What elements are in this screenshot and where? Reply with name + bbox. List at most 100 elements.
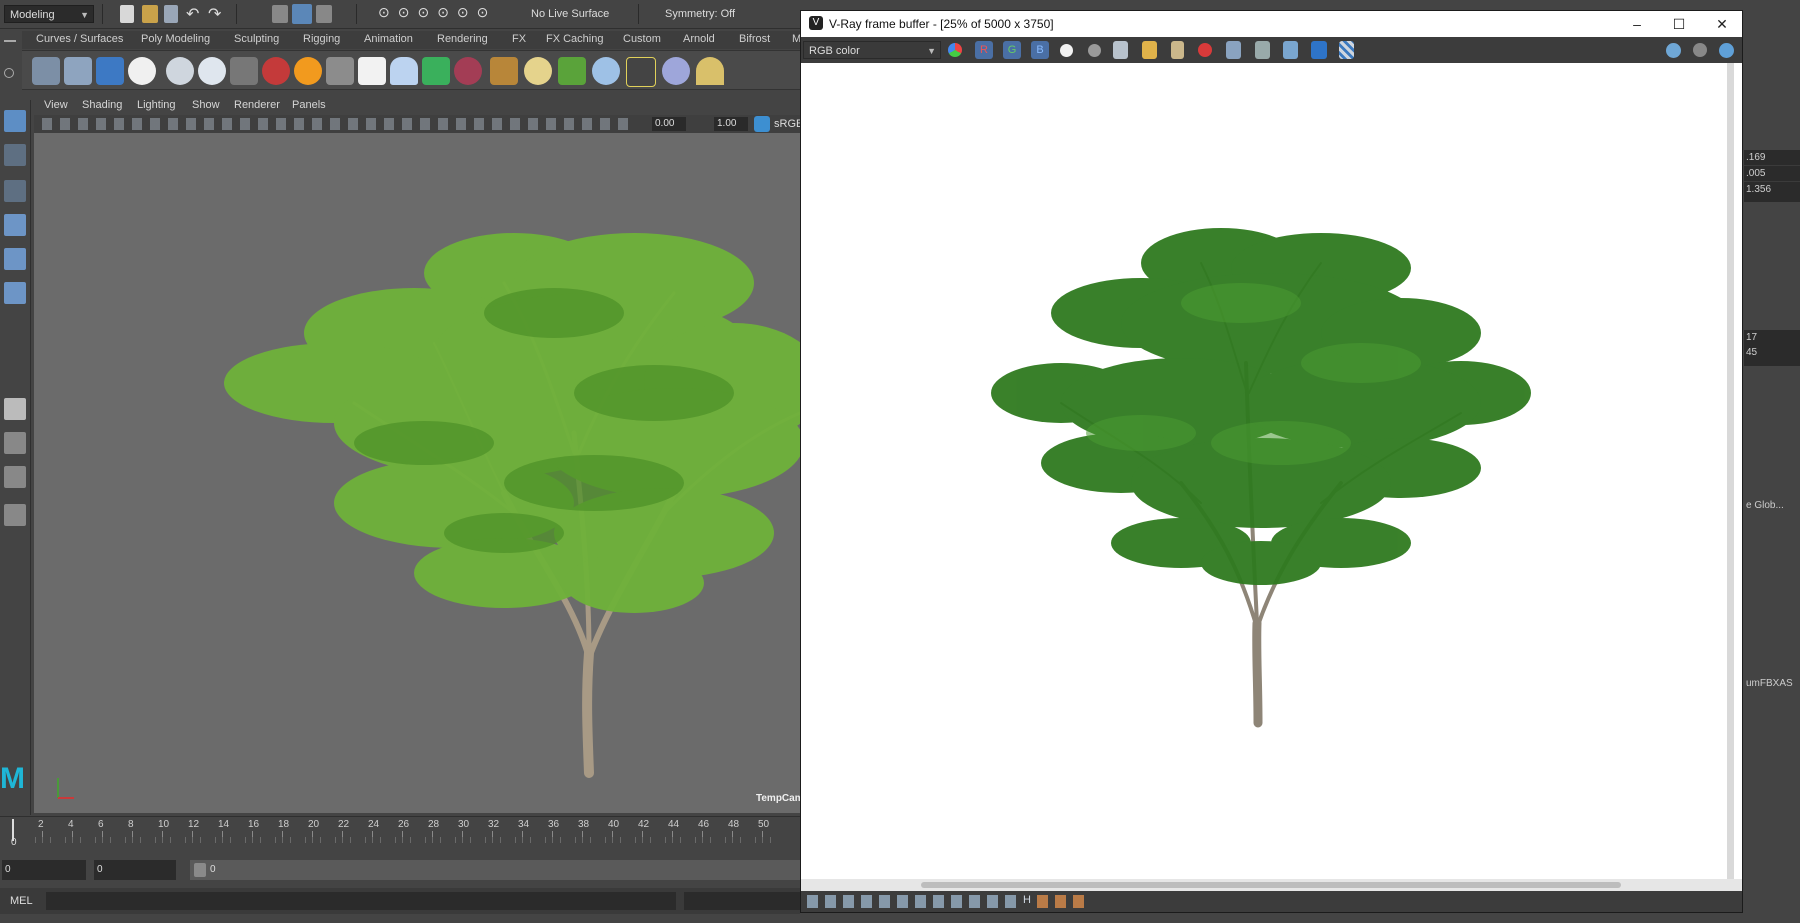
outliner-icon[interactable]	[4, 504, 26, 526]
blue-channel-button[interactable]: B	[1031, 41, 1049, 59]
clear-image-icon[interactable]	[1198, 43, 1212, 57]
range-end-field[interactable]: 0	[94, 860, 176, 880]
redo-icon[interactable]: ↷	[208, 4, 221, 24]
shelf-sun-icon[interactable]	[64, 57, 92, 85]
shelf-ipr-icon[interactable]	[198, 57, 226, 85]
shelf-dome-icon[interactable]	[96, 57, 124, 85]
tab-fx[interactable]: FX	[512, 33, 526, 45]
shelf-grid-sphere-icon[interactable]	[524, 57, 552, 85]
histogram-h-icon[interactable]: H	[1023, 894, 1031, 906]
range-bar[interactable]: 0	[190, 860, 800, 880]
minimize-icon[interactable]: –	[1628, 15, 1646, 33]
shelf-prism-icon[interactable]	[422, 57, 450, 85]
viewport-3d[interactable]: TempCam	[34, 133, 800, 813]
lasso-tool-icon[interactable]	[4, 144, 26, 166]
time-slider[interactable]: 0 2 4 6 8 10 12 14 16 18 20 22 24 26 28 30 32 34 36 38 40 42…	[0, 816, 800, 853]
mono-channel-icon[interactable]	[1088, 44, 1101, 57]
vfb-status-icons-2[interactable]	[1037, 895, 1085, 908]
shelf-env-icon[interactable]	[662, 57, 690, 85]
shelf-light-icon[interactable]	[32, 57, 60, 85]
paint-tool-icon[interactable]	[4, 180, 26, 202]
alpha-channel-icon[interactable]	[1060, 44, 1073, 57]
vfb-vertical-scrollbar[interactable]	[1727, 63, 1734, 891]
range-start-field[interactable]: 0	[2, 860, 86, 880]
tab-arnold[interactable]: Arnold	[683, 33, 715, 45]
gamma-field[interactable]: 1.00	[714, 117, 748, 131]
ipr-icon[interactable]	[1666, 43, 1681, 58]
new-scene-icon[interactable]	[120, 5, 134, 23]
select-object-icon[interactable]	[292, 4, 312, 24]
save-scene-icon[interactable]	[164, 5, 178, 23]
test-resolution-icon[interactable]	[1339, 41, 1354, 59]
shelf-material-icon[interactable]	[262, 57, 290, 85]
follow-mouse-icon[interactable]	[1226, 41, 1241, 59]
select-tool-icon[interactable]	[4, 110, 26, 132]
maximize-icon[interactable]: ☐	[1670, 15, 1688, 33]
tab-sculpting[interactable]: Sculpting	[234, 33, 279, 45]
start-render-icon[interactable]	[1719, 43, 1734, 58]
layout-four-icon[interactable]	[4, 432, 26, 454]
vray-logo-icon[interactable]	[128, 57, 156, 85]
undo-icon[interactable]: ↶	[186, 4, 199, 24]
tab-rigging[interactable]: Rigging	[303, 33, 340, 45]
layout-two-icon[interactable]	[4, 466, 26, 488]
open-scene-icon[interactable]	[142, 5, 158, 23]
tab-poly-modeling[interactable]: Poly Modeling	[141, 33, 210, 45]
shelf-sphere-icon[interactable]	[454, 57, 482, 85]
vfb-horizontal-scrollbar[interactable]	[801, 879, 1742, 891]
menu-panels[interactable]: Panels	[292, 99, 326, 111]
shelf-curve-icon[interactable]	[626, 57, 656, 87]
tab-curves-surfaces[interactable]: Curves / Surfaces	[36, 33, 123, 45]
scale-tool-icon[interactable]	[4, 282, 26, 304]
command-language-label[interactable]: MEL	[10, 895, 33, 907]
select-hierarchy-icon[interactable]	[272, 5, 288, 23]
tab-rendering[interactable]: Rendering	[437, 33, 488, 45]
menu-renderer[interactable]: Renderer	[234, 99, 280, 111]
menu-show[interactable]: Show	[192, 99, 220, 111]
select-component-icon[interactable]	[316, 5, 332, 23]
snap-tools-icons[interactable]: ⊙⊙⊙⊙⊙⊙	[378, 4, 496, 21]
shelf-texture-icon[interactable]	[490, 57, 518, 85]
shelf-plane-icon[interactable]	[326, 57, 354, 85]
color-channels-icon[interactable]	[948, 43, 962, 57]
shelf-render-icon[interactable]	[166, 57, 194, 85]
tab-fx-caching[interactable]: FX Caching	[546, 33, 603, 45]
move-tool-icon[interactable]	[4, 214, 26, 236]
shelf-cube-icon[interactable]	[358, 57, 386, 85]
tab-custom[interactable]: Custom	[623, 33, 661, 45]
vfb-status-icons[interactable]	[807, 895, 1017, 908]
menu-shading[interactable]: Shading	[82, 99, 122, 111]
shelf-grass-icon[interactable]	[558, 57, 586, 85]
load-image-icon[interactable]	[1142, 41, 1157, 59]
channel-dropdown[interactable]: RGB color ▼	[803, 41, 941, 59]
shelf-options-icon[interactable]	[4, 34, 18, 84]
rotate-tool-icon[interactable]	[4, 248, 26, 270]
region-render-icon[interactable]	[1255, 41, 1270, 59]
render-last-icon[interactable]	[1283, 41, 1298, 59]
shelf-camera-icon[interactable]	[230, 57, 258, 85]
red-channel-button[interactable]: R	[975, 41, 993, 59]
save-image-icon[interactable]	[1113, 41, 1128, 59]
range-handle[interactable]	[194, 863, 206, 877]
shelf-fire-icon[interactable]	[294, 57, 322, 85]
vfb-scroll-thumb[interactable]	[921, 882, 1621, 888]
tab-bifrost[interactable]: Bifrost	[739, 33, 770, 45]
stop-render-icon[interactable]	[1693, 43, 1707, 57]
panel-toolbar-icons[interactable]	[42, 118, 632, 130]
mode-menu-dropdown[interactable]: Modeling ▼	[4, 5, 94, 23]
shelf-gear-icon[interactable]	[592, 57, 620, 85]
shelf-shape-icon[interactable]	[390, 57, 418, 85]
vfb-render-canvas[interactable]	[801, 63, 1734, 891]
menu-view[interactable]: View	[44, 99, 68, 111]
clipboard-icon[interactable]	[1171, 41, 1184, 59]
green-channel-button[interactable]: G	[1003, 41, 1021, 59]
exposure-field[interactable]: 0.00	[652, 117, 686, 131]
command-input[interactable]	[46, 892, 676, 910]
lens-effects-icon[interactable]	[1311, 41, 1327, 59]
menu-lighting[interactable]: Lighting	[137, 99, 176, 111]
live-surface-dropdown[interactable]: No Live Surface	[526, 5, 636, 23]
tab-animation[interactable]: Animation	[364, 33, 413, 45]
symmetry-dropdown[interactable]: Symmetry: Off	[660, 5, 760, 23]
color-management-icon[interactable]	[754, 116, 770, 132]
layout-single-icon[interactable]	[4, 398, 26, 420]
